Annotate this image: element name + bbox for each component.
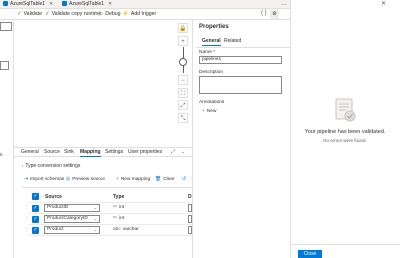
tab-azuresqltable1-a[interactable]: AzureSqlTable1 ✕ bbox=[3, 0, 53, 9]
tab-settings[interactable]: Settings bbox=[105, 147, 123, 157]
tab-label: AzureSqlTable1 bbox=[69, 1, 105, 7]
source-column-dropdown[interactable]: ProductCategoryID ⌄ bbox=[44, 215, 100, 223]
row-divider bbox=[28, 224, 192, 225]
chevron-down-icon: ⌄ bbox=[93, 227, 97, 232]
type-cell: abc varchar bbox=[113, 227, 139, 232]
play-icon: ▷ bbox=[99, 11, 104, 17]
properties-tab-general[interactable]: General bbox=[202, 38, 221, 46]
row-divider bbox=[28, 213, 192, 214]
new-annotation-button[interactable]: + New bbox=[202, 109, 216, 114]
close-icon[interactable]: ✕ bbox=[381, 0, 386, 7]
validation-title: Your pipeline has been validated. bbox=[304, 129, 386, 135]
column-header-type: Type bbox=[113, 194, 125, 200]
tab-user-properties[interactable]: User properties bbox=[128, 147, 162, 157]
type-cell: ⁸⁹ int bbox=[113, 216, 125, 221]
chevron-down-icon: ⌄ bbox=[93, 205, 97, 210]
reset-zoom-icon[interactable]: ⤢ bbox=[178, 100, 188, 110]
validate-copy-runtime-button[interactable]: ✓ Validate copy runtime bbox=[45, 9, 101, 20]
collapse-icon[interactable]: ⌄ bbox=[181, 149, 185, 155]
row-checkbox[interactable]: ✓ bbox=[32, 227, 39, 234]
validation-subtitle: No errors were found. bbox=[323, 138, 367, 143]
more-icon[interactable]: … bbox=[281, 1, 287, 7]
add-trigger-button[interactable]: ⚡ Add trigger bbox=[122, 9, 156, 20]
description-textarea[interactable] bbox=[199, 76, 282, 94]
properties-tab-related[interactable]: Related bbox=[224, 38, 241, 46]
checkmark-icon: ✓ bbox=[45, 11, 50, 17]
select-all-checkbox[interactable]: ✓ bbox=[32, 193, 39, 200]
debug-button[interactable]: ▷ Debug bbox=[99, 9, 121, 20]
import-schemas-button[interactable]: ⇥ Import schemas bbox=[24, 177, 64, 182]
number-type-icon: ⁸⁹ bbox=[113, 205, 118, 210]
close-icon[interactable]: ✕ bbox=[49, 1, 53, 7]
lock-icon[interactable]: 🔒 bbox=[178, 23, 188, 33]
import-icon: ⇥ bbox=[24, 177, 29, 182]
column-header-source: Source bbox=[45, 194, 62, 200]
validate-button[interactable]: ✓ Validate bbox=[17, 9, 42, 20]
trigger-icon: ⚡ bbox=[122, 11, 129, 17]
clear-button[interactable]: 🗑 Clear bbox=[155, 177, 175, 182]
close-icon[interactable]: ✕ bbox=[108, 1, 112, 7]
table-icon bbox=[3, 1, 8, 7]
code-icon[interactable]: { } bbox=[261, 10, 267, 16]
auto-align-icon[interactable]: ⤡ bbox=[178, 113, 188, 123]
plus-icon: + bbox=[116, 177, 119, 182]
divider bbox=[22, 187, 192, 188]
row-menu-icon[interactable]: ⋮ bbox=[25, 215, 29, 220]
chevron-right-icon: › bbox=[22, 163, 24, 168]
plus-icon: + bbox=[202, 109, 205, 114]
preview-source-button[interactable]: ◎ Preview source bbox=[66, 177, 105, 182]
validated-document-icon bbox=[328, 96, 360, 124]
type-cell: ⁸⁹ int bbox=[113, 205, 125, 210]
factory-resources-panel bbox=[0, 20, 14, 258]
table-icon bbox=[62, 1, 67, 7]
trash-icon: 🗑 bbox=[155, 177, 162, 182]
row-checkbox[interactable]: ✓ bbox=[32, 216, 39, 223]
tab-azuresqltable1-b[interactable]: AzureSqlTable1 ✕ bbox=[62, 0, 112, 9]
properties-divider bbox=[192, 20, 193, 258]
left-panel-text-fragment: ıt bbox=[0, 152, 3, 157]
canvas-zoom-controls: 🔒 + − ⛶ ⤢ ⤡ bbox=[176, 20, 190, 128]
tab-sink[interactable]: Sink bbox=[64, 147, 74, 157]
annotations-label: Annotations bbox=[199, 100, 225, 105]
row-menu-icon[interactable]: ⋮ bbox=[25, 204, 29, 209]
row-menu-icon[interactable]: ⋮ bbox=[25, 226, 29, 231]
new-mapping-button[interactable]: + New mapping bbox=[116, 177, 150, 182]
row-divider bbox=[28, 235, 192, 236]
zoom-in-icon[interactable]: + bbox=[178, 36, 188, 46]
tab-general[interactable]: General bbox=[21, 147, 39, 157]
zoom-to-fit-icon[interactable]: ⛶ bbox=[178, 88, 188, 98]
divider bbox=[196, 47, 290, 48]
properties-title: Properties bbox=[199, 24, 229, 30]
resource-item[interactable] bbox=[0, 61, 9, 70]
reset-icon[interactable]: ↺ bbox=[182, 177, 188, 182]
source-column-dropdown[interactable]: ProductID ⌄ bbox=[44, 204, 100, 212]
tab-mapping[interactable]: Mapping bbox=[80, 147, 101, 157]
preview-icon: ◎ bbox=[66, 177, 71, 182]
name-input[interactable]: pipeline1 bbox=[199, 56, 282, 64]
checkmark-icon: ✓ bbox=[17, 11, 22, 17]
name-label: Name * bbox=[199, 50, 215, 55]
chevron-down-icon: ⌄ bbox=[93, 216, 97, 221]
properties-toggle-icon[interactable]: ⚙ bbox=[270, 10, 279, 19]
close-button[interactable]: Close bbox=[298, 250, 322, 258]
row-checkbox[interactable]: ✓ bbox=[32, 205, 39, 212]
zoom-out-icon[interactable]: − bbox=[178, 75, 188, 85]
type-conversion-settings-toggle[interactable]: › Type conversion settings bbox=[22, 163, 80, 169]
tab-label: AzureSqlTable1 bbox=[10, 1, 46, 7]
description-label: Description bbox=[199, 70, 223, 75]
zoom-slider-thumb[interactable] bbox=[179, 58, 187, 66]
activity-settings-tabs bbox=[14, 147, 192, 157]
tab-source[interactable]: Source bbox=[44, 147, 60, 157]
maximize-icon[interactable]: ⤢ bbox=[171, 149, 175, 155]
search-input[interactable] bbox=[0, 22, 12, 31]
string-type-icon: abc bbox=[113, 227, 121, 232]
source-column-dropdown[interactable]: Product ⌄ bbox=[44, 226, 100, 234]
divider bbox=[290, 244, 400, 245]
number-type-icon: ⁸⁹ bbox=[113, 216, 118, 221]
row-divider bbox=[28, 202, 192, 203]
